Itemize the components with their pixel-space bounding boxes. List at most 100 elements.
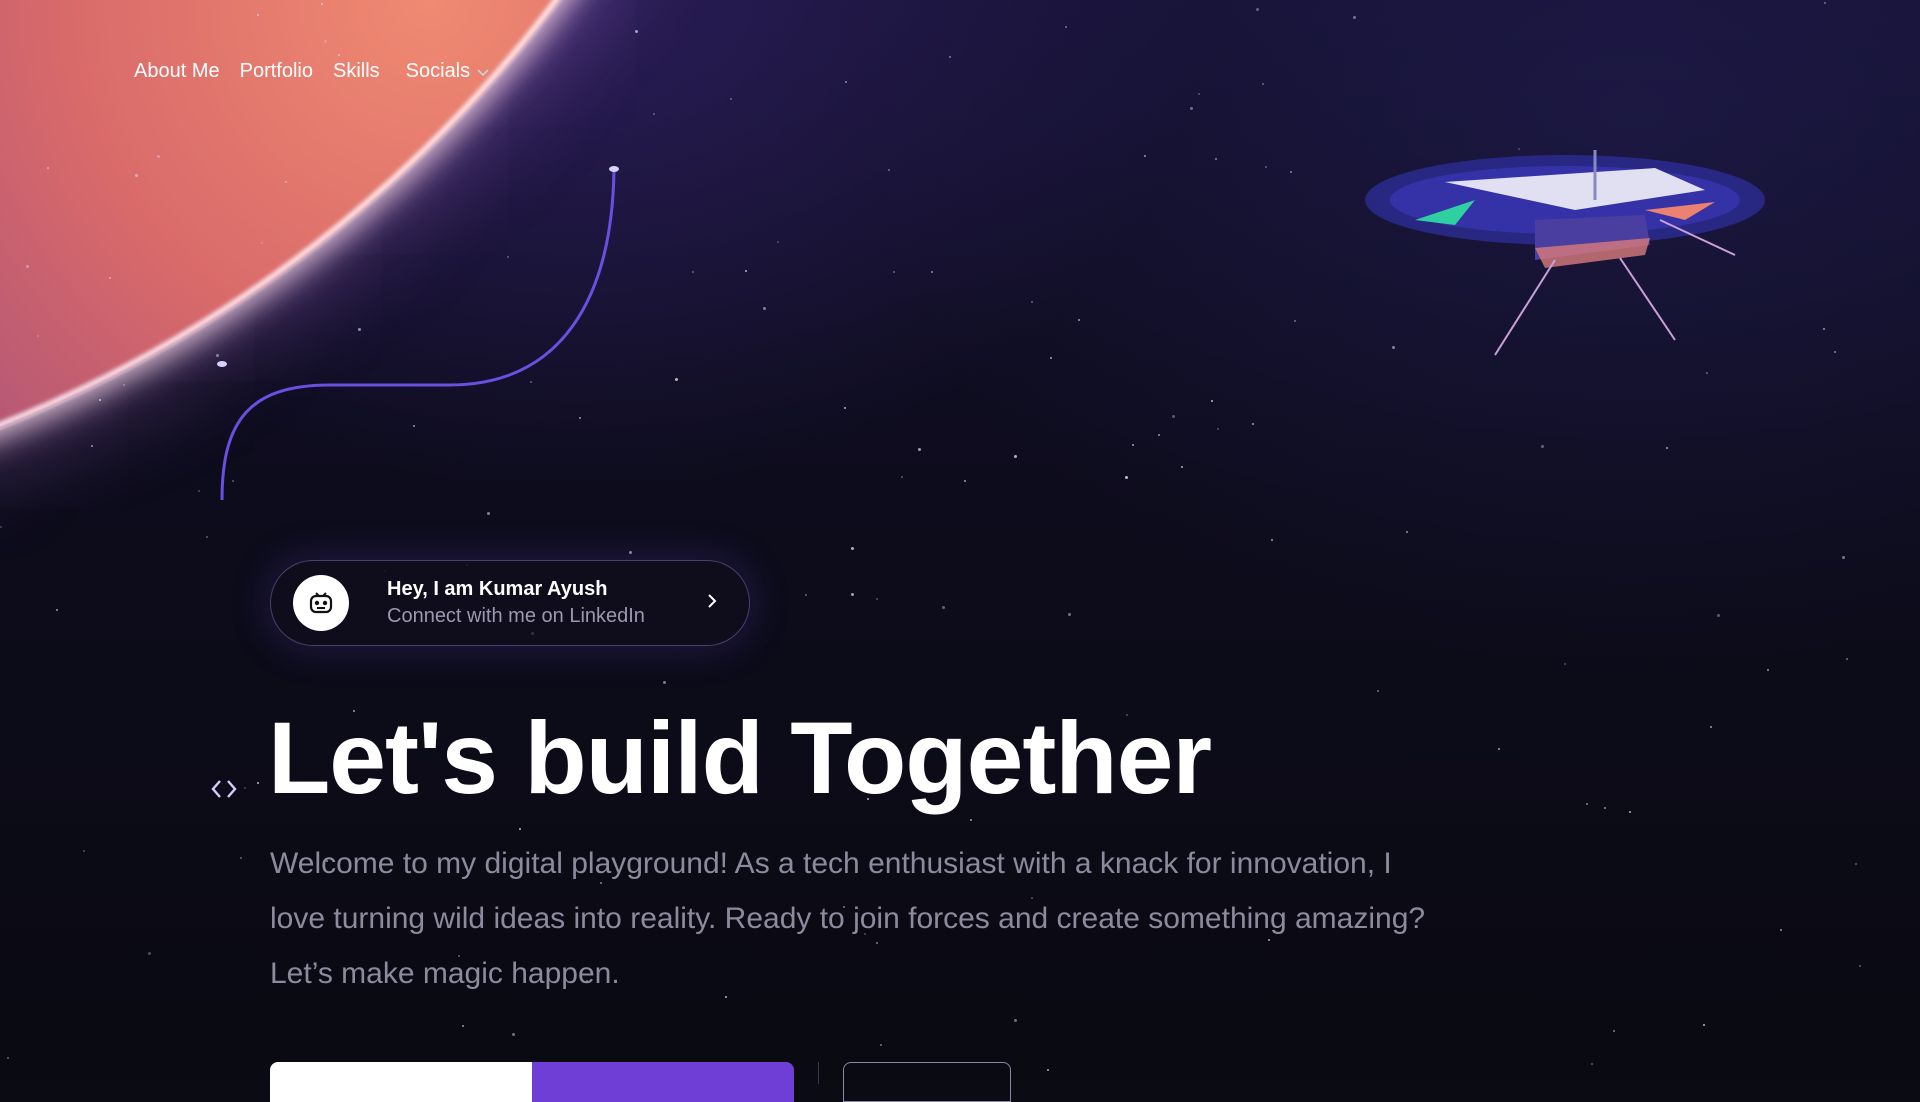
star-dot: [461, 1024, 464, 1027]
star-dot: [323, 40, 327, 44]
star-dot: [1143, 154, 1146, 157]
star-dot: [1046, 1069, 1049, 1072]
star-dot: [338, 54, 341, 57]
star-dot: [1858, 964, 1861, 967]
star-dot: [135, 174, 139, 178]
star-dot: [99, 398, 102, 401]
star-dot: [36, 334, 39, 337]
star-dot: [1628, 811, 1631, 814]
star-dot: [1563, 663, 1566, 666]
star-dot: [320, 3, 323, 6]
secondary-cta-button[interactable]: [843, 1062, 1011, 1102]
star-dot: [1833, 350, 1836, 353]
star-dot: [1823, 1, 1826, 4]
avatar: [293, 575, 349, 631]
star-dot: [804, 594, 807, 597]
robot-face-icon: [309, 592, 333, 614]
star-dot: [1376, 690, 1379, 693]
star-dot: [729, 97, 732, 100]
star-dot: [519, 827, 522, 830]
primary-cta-button[interactable]: [270, 1062, 532, 1102]
star-dot: [1264, 166, 1267, 169]
intro-linkedin-card[interactable]: Hey, I am Kumar Ayush Connect with me on…: [270, 560, 750, 646]
star-dot: [1030, 301, 1033, 304]
star-dot: [652, 113, 655, 116]
star-dot: [1256, 8, 1260, 12]
star-dot: [1406, 531, 1409, 534]
accent-cta-button[interactable]: [532, 1062, 794, 1102]
star-dot: [1702, 1023, 1705, 1026]
nav-socials-label: Socials: [405, 60, 471, 82]
star-dot: [1068, 612, 1072, 616]
star-dot: [1591, 1063, 1594, 1066]
button-divider: [818, 1062, 819, 1084]
star-dot: [109, 277, 111, 280]
star-dot: [1131, 443, 1134, 446]
star-dot: [777, 241, 780, 244]
star-dot: [413, 425, 416, 428]
star-dot: [948, 56, 951, 59]
star-dot: [845, 81, 848, 84]
star-dot: [198, 489, 201, 492]
star-dot: [1013, 1018, 1017, 1022]
star-dot: [244, 786, 247, 789]
star-dot: [1171, 414, 1175, 418]
hero-headline: Let's build Together: [268, 701, 1212, 815]
star-dot: [1586, 802, 1589, 805]
star-dot: [843, 407, 846, 410]
star-dot: [148, 951, 152, 955]
star-dot: [1665, 447, 1668, 450]
star-dot: [1290, 170, 1293, 173]
star-dot: [1198, 93, 1201, 96]
nav-skills[interactable]: Skills: [333, 60, 380, 83]
star-dot: [1603, 806, 1606, 809]
star-dot: [662, 680, 666, 684]
star-dot: [530, 380, 533, 383]
star-dot: [506, 255, 509, 258]
star-dot: [892, 271, 895, 274]
star-dot: [1077, 319, 1080, 322]
star-dot: [0, 526, 3, 529]
star-dot: [91, 445, 94, 448]
star-dot: [875, 597, 878, 600]
star-dot: [880, 1044, 883, 1047]
hero-description: Welcome to my digital playground! As a t…: [270, 847, 1426, 990]
nav-socials-dropdown[interactable]: Socials: [406, 60, 490, 83]
nav-about-me[interactable]: About Me: [134, 60, 220, 83]
star-dot: [231, 479, 234, 482]
star-dot: [56, 608, 59, 611]
star-dot: [964, 479, 967, 482]
star-dot: [205, 536, 208, 539]
star-dot: [1252, 422, 1255, 425]
top-navigation: About Me Portfolio Skills Socials: [134, 60, 490, 83]
star-dot: [1124, 476, 1128, 480]
star-dot: [1541, 445, 1545, 449]
nav-portfolio[interactable]: Portfolio: [240, 60, 313, 83]
star-dot: [1497, 748, 1500, 751]
star-dot: [25, 264, 29, 268]
star-dot: [763, 306, 767, 310]
star-dot: [240, 856, 243, 859]
star-dot: [1181, 466, 1184, 468]
star-dot: [486, 512, 490, 516]
star-dot: [261, 241, 264, 244]
star-dot: [1271, 538, 1274, 541]
star-dot: [629, 551, 633, 555]
star-dot: [634, 29, 638, 33]
star-dot: [917, 447, 921, 451]
star-dot: [1613, 1030, 1616, 1033]
star-dot: [82, 850, 85, 853]
star-dot: [969, 819, 972, 822]
star-dot: [1716, 613, 1720, 617]
star-dot: [1294, 319, 1297, 322]
star-dot: [1216, 428, 1219, 431]
star-dot: [285, 180, 288, 183]
intro-title: Hey, I am Kumar Ayush: [387, 578, 608, 600]
star-dot: [1214, 158, 1217, 161]
intro-subtitle: Connect with me on LinkedIn: [387, 605, 645, 627]
star-dot: [7, 1056, 10, 1059]
star-dot: [97, 379, 100, 382]
star-dot: [1846, 657, 1849, 660]
chevron-right-icon: [708, 594, 717, 608]
star-dot: [850, 593, 854, 597]
